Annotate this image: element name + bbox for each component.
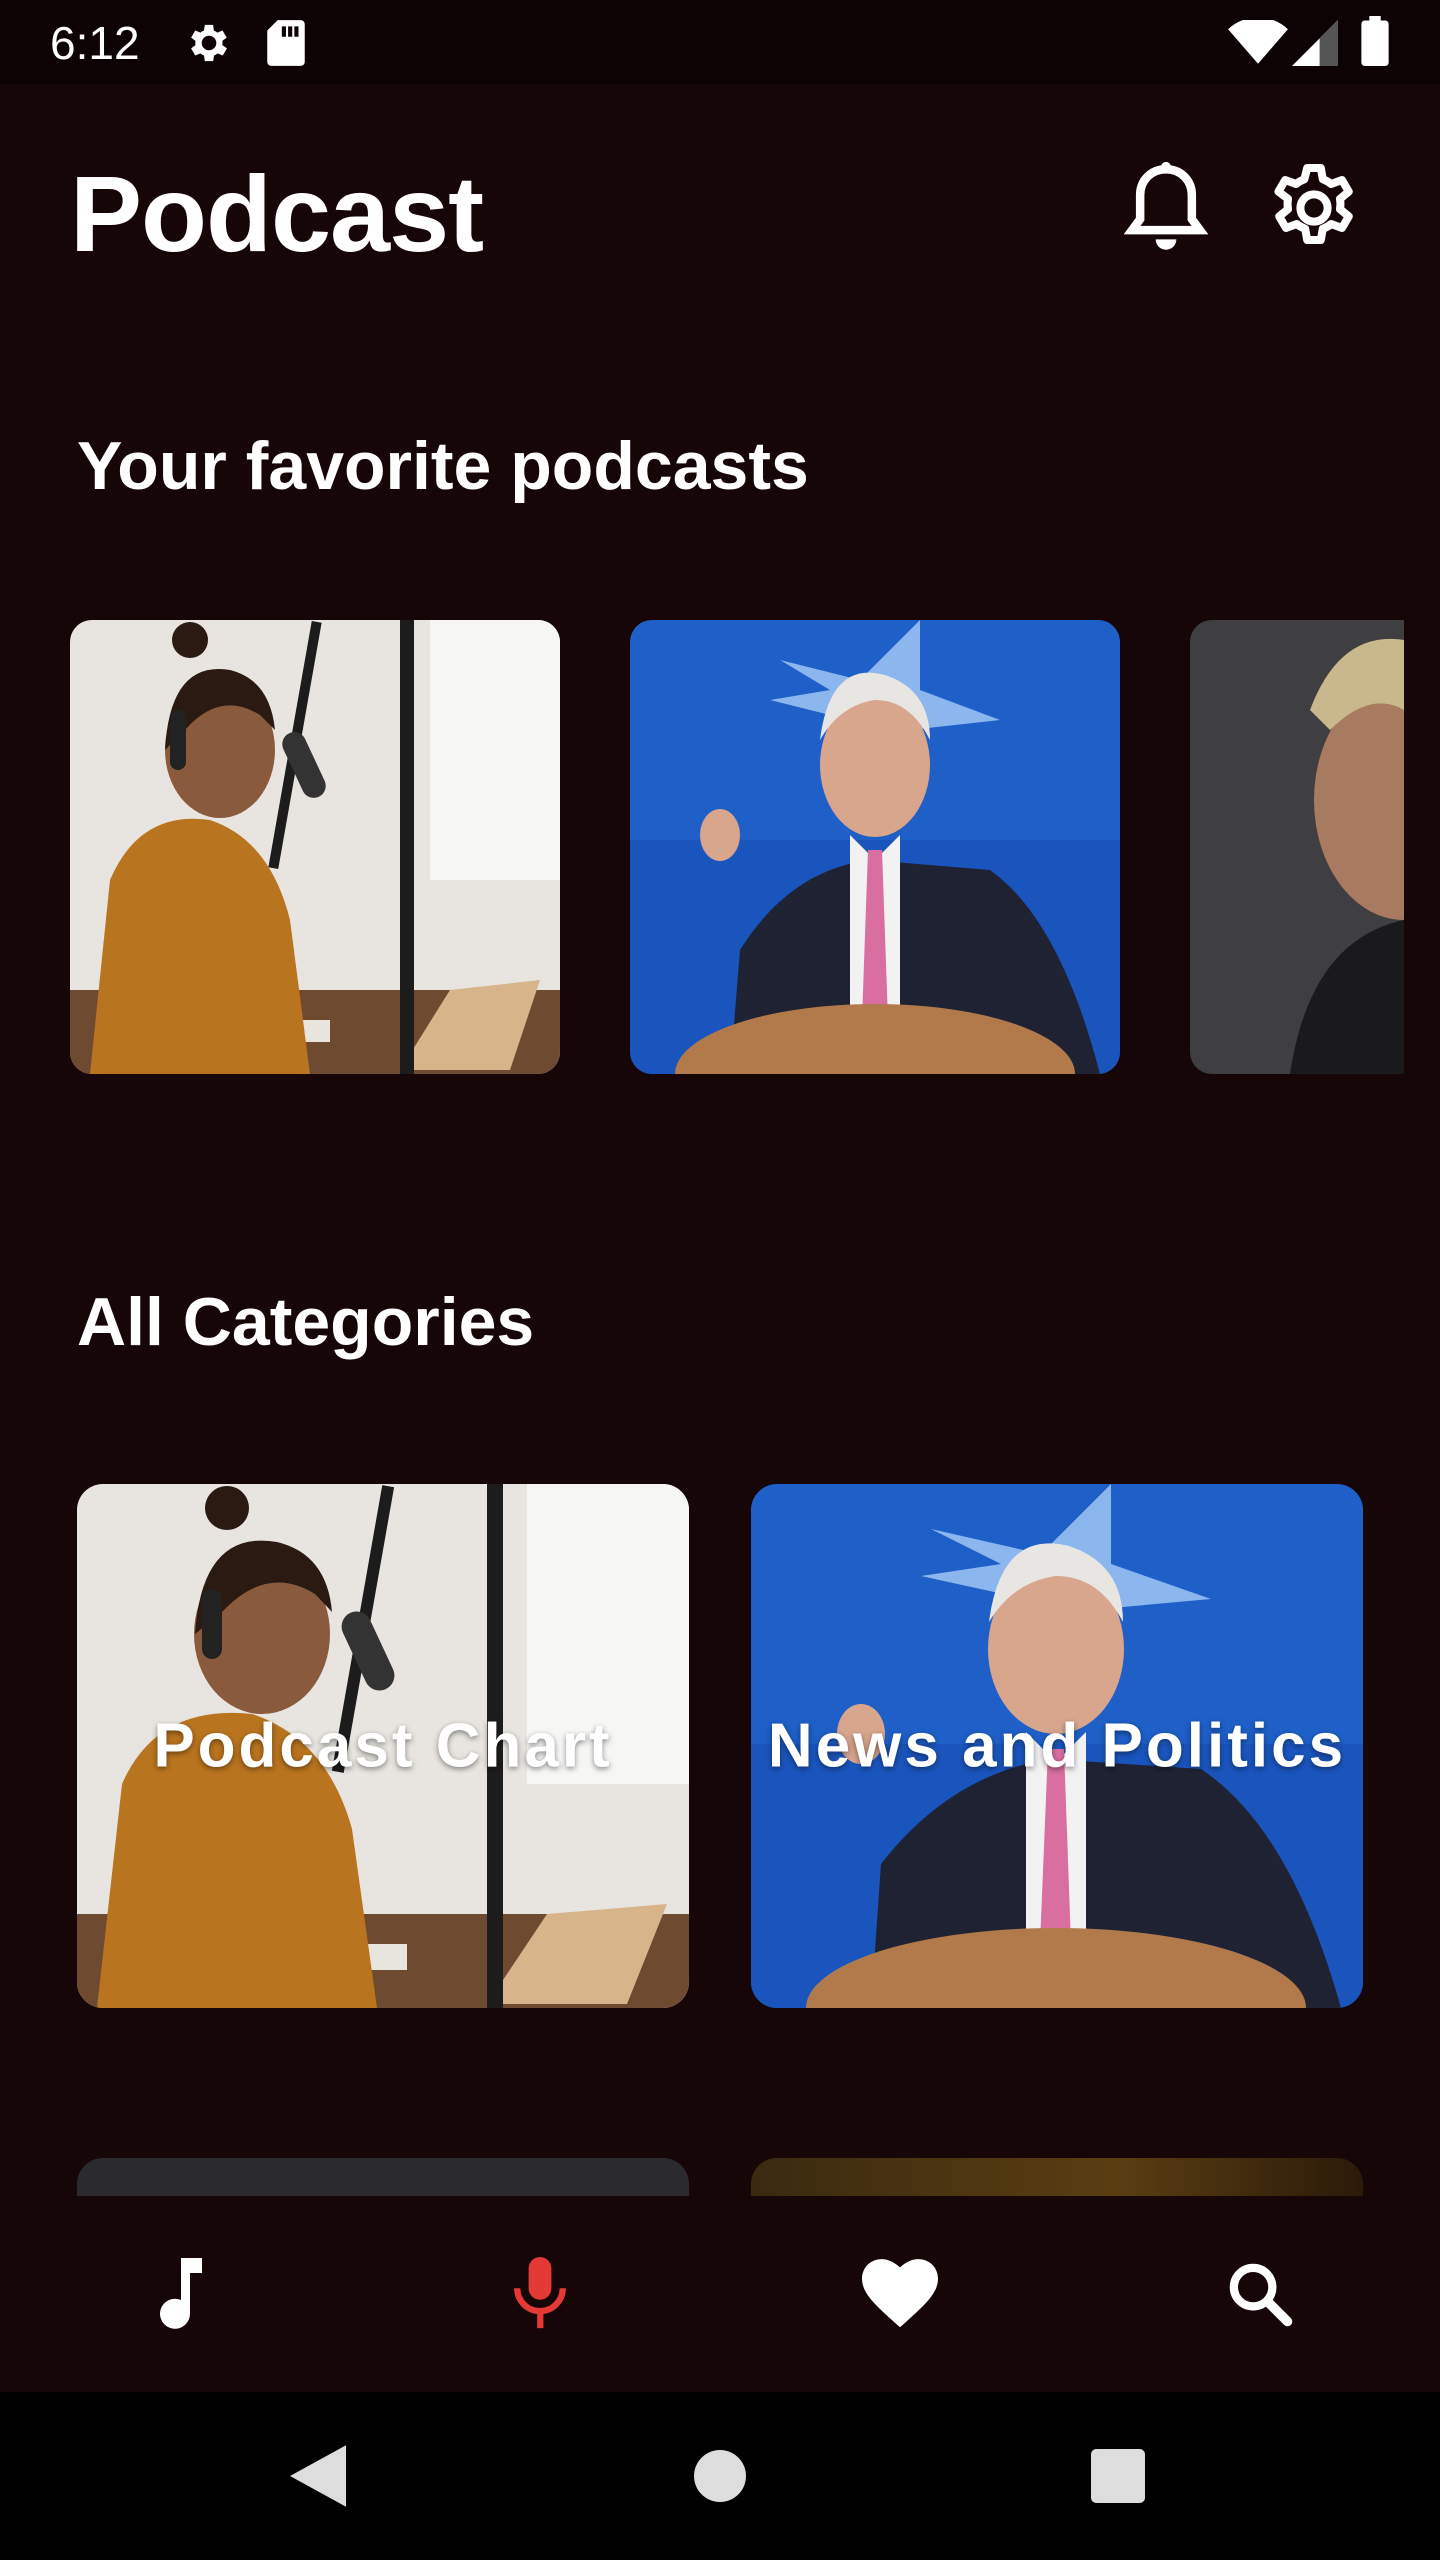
status-time: 6:12 (50, 17, 140, 69)
nav-heart-icon[interactable] (850, 2244, 950, 2344)
nav-music-note-icon[interactable] (128, 2244, 228, 2344)
portrait-image (1190, 620, 1404, 1074)
home-icon[interactable] (670, 2426, 770, 2526)
categories-section-title: All Categories (77, 1284, 535, 1360)
page-title: Podcast (70, 153, 484, 274)
category-card-podcast-chart[interactable]: Podcast Chart (77, 1484, 689, 2008)
category-card-partial[interactable] (77, 2158, 689, 2198)
gear-icon (184, 18, 234, 73)
status-bar: 6:12 (0, 0, 1440, 84)
nav-microphone-icon[interactable] (490, 2244, 590, 2344)
favorites-section-title: Your favorite podcasts (77, 428, 809, 504)
speaker-at-podium-image (630, 620, 1120, 1074)
category-label: News and Politics (767, 1711, 1347, 1781)
favorite-podcast-card[interactable] (70, 620, 560, 1074)
battery-icon (1360, 16, 1390, 71)
category-card-news-and-politics[interactable]: News and Politics (751, 1484, 1363, 2008)
system-navigation-bar (0, 2392, 1440, 2560)
bottom-navigation (0, 2196, 1440, 2392)
signal-icon (1292, 20, 1338, 71)
sd-card-icon (264, 18, 308, 73)
category-card-partial[interactable] (751, 2158, 1363, 2198)
favorite-podcast-card[interactable] (1190, 620, 1404, 1074)
category-label: Podcast Chart (153, 1711, 613, 1781)
podcast-host-image (70, 620, 560, 1074)
wifi-icon (1228, 17, 1288, 71)
recents-icon[interactable] (1068, 2426, 1168, 2526)
bell-icon[interactable] (1116, 158, 1216, 258)
back-icon[interactable] (268, 2426, 368, 2526)
app-screen: 6:12 Podcast Your favorite podcasts All … (0, 0, 1440, 2560)
favorite-podcast-card[interactable] (630, 620, 1120, 1074)
nav-search-icon[interactable] (1210, 2244, 1310, 2344)
settings-gear-icon[interactable] (1264, 158, 1364, 258)
